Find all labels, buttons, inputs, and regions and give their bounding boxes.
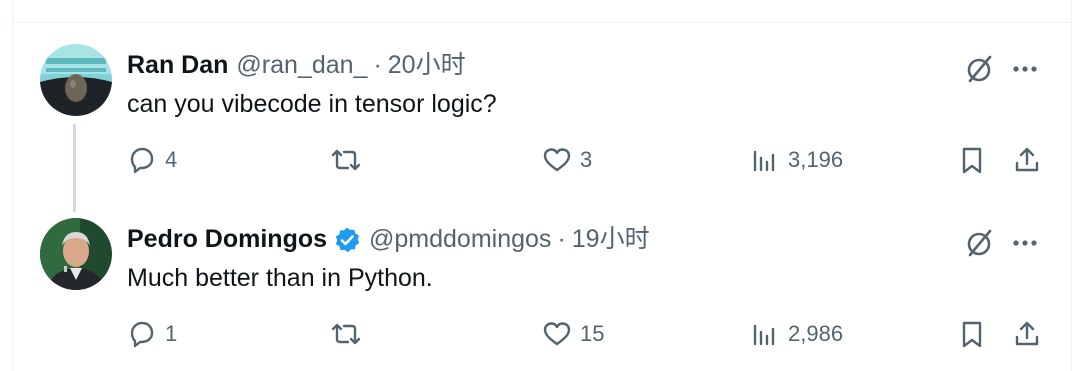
like-count: 3 <box>580 147 593 172</box>
like-icon <box>543 148 571 172</box>
bookmark-icon <box>962 147 982 174</box>
thread-connector-line <box>73 124 76 212</box>
timestamp[interactable]: 19小时 <box>572 224 650 254</box>
author-name[interactable]: Pedro Domingos <box>127 224 327 254</box>
reply-button[interactable]: 4 <box>127 142 177 178</box>
retweet-icon <box>331 323 361 345</box>
author-handle[interactable]: @ran_dan_ <box>236 50 367 80</box>
reply-count: 1 <box>165 321 178 346</box>
reply-icon <box>130 321 154 348</box>
grok-icon[interactable] <box>962 52 996 86</box>
retweet-button[interactable] <box>329 142 371 178</box>
share-button[interactable] <box>1012 142 1042 178</box>
reply-count: 4 <box>165 147 178 172</box>
views-icon <box>753 150 775 172</box>
author-handle[interactable]: @pmddomingos <box>369 224 551 254</box>
like-count: 15 <box>580 321 605 346</box>
verified-badge-icon <box>335 227 360 252</box>
like-icon <box>543 322 571 346</box>
views-icon <box>753 324 775 346</box>
reply-icon <box>130 147 154 174</box>
tweet-top-icons <box>962 52 1042 86</box>
tweet-header: Ran Dan @ran_dan_ · 20小时 <box>127 50 466 80</box>
divider <box>12 22 1072 23</box>
tweet-top-icons <box>962 226 1042 260</box>
tweet-header: Pedro Domingos @pmddomingos · 19小时 <box>127 224 650 254</box>
like-button[interactable]: 3 <box>542 142 592 178</box>
share-icon <box>1015 147 1039 172</box>
bookmark-button[interactable] <box>957 316 987 352</box>
views-button[interactable]: 2,986 <box>750 316 843 352</box>
tweet-actions: 4 3 3,196 <box>127 142 1047 178</box>
bookmark-icon <box>962 321 982 348</box>
views-count: 2,986 <box>788 321 844 346</box>
tweet-text: Much better than in Python. <box>127 264 433 292</box>
retweet-icon <box>331 149 361 171</box>
separator-dot: · <box>373 51 382 79</box>
timestamp[interactable]: 20小时 <box>388 50 466 80</box>
share-button[interactable] <box>1012 316 1042 352</box>
more-icon[interactable] <box>1008 226 1042 260</box>
like-button[interactable]: 15 <box>542 316 604 352</box>
avatar[interactable] <box>40 218 112 290</box>
separator-dot: · <box>557 225 566 253</box>
share-icon <box>1015 321 1039 346</box>
more-icon[interactable] <box>1008 52 1042 86</box>
author-name[interactable]: Ran Dan <box>127 50 228 80</box>
tweet-text: can you vibecode in tensor logic? <box>127 90 497 118</box>
views-button[interactable]: 3,196 <box>750 142 843 178</box>
views-count: 3,196 <box>788 147 844 172</box>
reply-button[interactable]: 1 <box>127 316 177 352</box>
retweet-button[interactable] <box>329 316 371 352</box>
tweet-actions: 1 15 2,986 <box>127 316 1047 352</box>
grok-icon[interactable] <box>962 226 996 260</box>
bookmark-button[interactable] <box>957 142 987 178</box>
avatar[interactable] <box>40 44 112 116</box>
